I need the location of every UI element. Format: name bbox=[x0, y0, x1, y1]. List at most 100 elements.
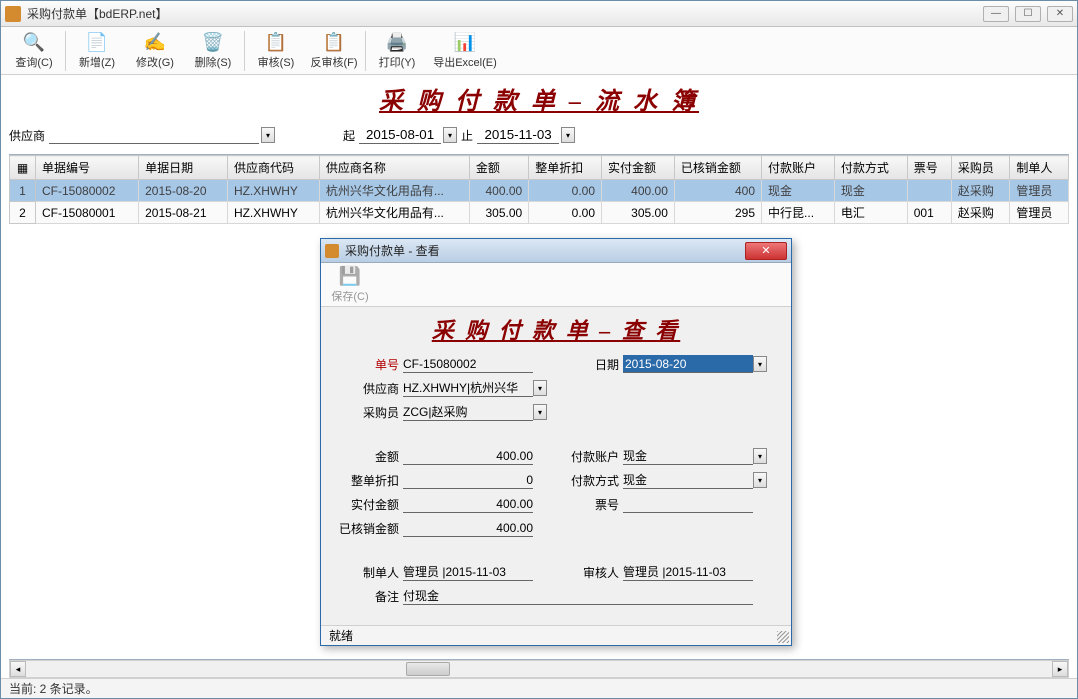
docno-label: 单号 bbox=[333, 356, 403, 373]
discount-label: 整单折扣 bbox=[333, 472, 403, 489]
data-table[interactable]: ▦ 单据编号 单据日期 供应商代码 供应商名称 金额 整单折扣 实付金额 已核销… bbox=[9, 155, 1069, 224]
writtenoff-input[interactable] bbox=[403, 519, 533, 537]
date-label: 日期 bbox=[561, 356, 623, 373]
table-header-row: ▦ 单据编号 单据日期 供应商代码 供应商名称 金额 整单折扣 实付金额 已核销… bbox=[10, 156, 1069, 180]
ticket-label: 票号 bbox=[561, 496, 623, 513]
toolbar: 🔍查询(C) 📄新增(Z) ✍️修改(G) 🗑️删除(S) 📋审核(S) 📋反审… bbox=[1, 27, 1077, 75]
buyer-dropdown[interactable]: ▾ bbox=[533, 404, 547, 420]
dialog-save-button: 💾 保存(C) bbox=[325, 265, 375, 305]
amount-label: 金额 bbox=[333, 448, 403, 465]
statusbar: 当前: 2 条记录。 bbox=[1, 678, 1077, 698]
col-pay-method[interactable]: 付款方式 bbox=[834, 156, 907, 180]
auditor-label: 审核人 bbox=[561, 564, 623, 581]
row-selector-head[interactable]: ▦ bbox=[10, 156, 36, 180]
col-buyer[interactable]: 采购员 bbox=[951, 156, 1010, 180]
supplier-input[interactable] bbox=[403, 379, 533, 397]
paid-input[interactable] bbox=[403, 495, 533, 513]
ticket-input[interactable] bbox=[623, 495, 753, 513]
scroll-left-button[interactable]: ◂ bbox=[10, 661, 26, 677]
table-row[interactable]: 2 CF-15080001 2015-08-21 HZ.XHWHY 杭州兴华文化… bbox=[10, 202, 1069, 224]
col-creator[interactable]: 制单人 bbox=[1010, 156, 1069, 180]
window-title: 采购付款单【bdERP.net】 bbox=[27, 5, 983, 22]
buyer-input[interactable] bbox=[403, 403, 533, 421]
start-date-dropdown[interactable]: ▾ bbox=[443, 127, 457, 143]
query-button[interactable]: 🔍查询(C) bbox=[5, 29, 63, 73]
printer-icon: 🖨️ bbox=[386, 31, 408, 53]
start-date-input[interactable] bbox=[359, 126, 441, 144]
col-supplier-name[interactable]: 供应商名称 bbox=[319, 156, 469, 180]
add-button[interactable]: 📄新增(Z) bbox=[68, 29, 126, 73]
end-date-dropdown[interactable]: ▾ bbox=[561, 127, 575, 143]
supplier-dropdown-arrow[interactable]: ▾ bbox=[261, 127, 275, 143]
auditor-input[interactable] bbox=[623, 563, 753, 581]
col-doc-no[interactable]: 单据编号 bbox=[36, 156, 139, 180]
edit-button[interactable]: ✍️修改(G) bbox=[126, 29, 184, 73]
dialog-page-title: 采 购 付 款 单 – 查 看 bbox=[432, 318, 681, 343]
col-doc-date[interactable]: 单据日期 bbox=[139, 156, 228, 180]
dialog-statusbar: 就绪 bbox=[321, 625, 791, 645]
maximize-button[interactable]: ☐ bbox=[1015, 6, 1041, 22]
excel-icon: 📊 bbox=[454, 31, 476, 53]
writtenoff-label: 已核销金额 bbox=[333, 520, 403, 537]
end-date-input[interactable] bbox=[477, 126, 559, 144]
horizontal-scrollbar[interactable]: ◂ ▸ bbox=[9, 660, 1069, 678]
audit-button[interactable]: 📋审核(S) bbox=[247, 29, 305, 73]
end-date-label: 止 bbox=[461, 127, 473, 144]
col-paid[interactable]: 实付金额 bbox=[602, 156, 675, 180]
paymethod-dropdown[interactable]: ▾ bbox=[753, 472, 767, 488]
date-dropdown[interactable]: ▾ bbox=[753, 356, 767, 372]
table-row[interactable]: 1 CF-15080002 2015-08-20 HZ.XHWHY 杭州兴华文化… bbox=[10, 180, 1069, 202]
dialog-close-button[interactable]: ✕ bbox=[745, 242, 787, 260]
paymethod-label: 付款方式 bbox=[561, 472, 623, 489]
dialog-toolbar: 💾 保存(C) bbox=[321, 263, 791, 307]
remark-label: 备注 bbox=[333, 588, 403, 605]
dialog-title: 采购付款单 - 查看 bbox=[345, 242, 745, 259]
minimize-button[interactable]: — bbox=[983, 6, 1009, 22]
app-icon bbox=[5, 6, 21, 22]
clipboard-undo-icon: 📋 bbox=[323, 31, 345, 53]
scroll-right-button[interactable]: ▸ bbox=[1052, 661, 1068, 677]
supplier-label: 供应商 bbox=[333, 380, 403, 397]
col-pay-account[interactable]: 付款账户 bbox=[762, 156, 835, 180]
creator-label: 制单人 bbox=[333, 564, 403, 581]
start-date-label: 起 bbox=[343, 127, 355, 144]
dialog-status-text: 就绪 bbox=[329, 627, 353, 644]
payaccount-label: 付款账户 bbox=[561, 448, 623, 465]
trash-icon: 🗑️ bbox=[202, 31, 224, 53]
save-icon: 💾 bbox=[339, 265, 361, 287]
creator-input[interactable] bbox=[403, 563, 533, 581]
supplier-filter-label: 供应商 bbox=[9, 127, 45, 144]
discount-input[interactable] bbox=[403, 471, 533, 489]
supplier-dropdown[interactable]: ▾ bbox=[533, 380, 547, 396]
payaccount-input[interactable] bbox=[623, 447, 753, 465]
status-text: 当前: 2 条记录。 bbox=[9, 680, 98, 697]
close-button[interactable]: ✕ bbox=[1047, 6, 1073, 22]
paid-label: 实付金额 bbox=[333, 496, 403, 513]
date-input[interactable] bbox=[623, 355, 753, 373]
docno-input[interactable] bbox=[403, 355, 533, 373]
col-ticket[interactable]: 票号 bbox=[907, 156, 951, 180]
buyer-label: 采购员 bbox=[333, 404, 403, 421]
payaccount-dropdown[interactable]: ▾ bbox=[753, 448, 767, 464]
dialog-titlebar[interactable]: 采购付款单 - 查看 ✕ bbox=[321, 239, 791, 263]
filter-bar: 供应商 ▾ 起 ▾ 止 ▾ bbox=[1, 122, 1077, 148]
col-amount[interactable]: 金额 bbox=[469, 156, 528, 180]
scroll-thumb[interactable] bbox=[406, 662, 450, 676]
col-supplier-code[interactable]: 供应商代码 bbox=[227, 156, 319, 180]
paymethod-input[interactable] bbox=[623, 471, 753, 489]
dialog-icon bbox=[325, 244, 339, 258]
amount-input[interactable] bbox=[403, 447, 533, 465]
unaudit-button[interactable]: 📋反审核(F) bbox=[305, 29, 363, 73]
remark-input[interactable] bbox=[403, 587, 753, 605]
supplier-filter-input[interactable] bbox=[49, 126, 259, 144]
col-writtenoff[interactable]: 已核销金额 bbox=[674, 156, 761, 180]
clipboard-icon: 📋 bbox=[265, 31, 287, 53]
col-discount[interactable]: 整单折扣 bbox=[529, 156, 602, 180]
search-icon: 🔍 bbox=[23, 31, 45, 53]
dialog-resize-grip[interactable] bbox=[777, 631, 789, 643]
delete-button[interactable]: 🗑️删除(S) bbox=[184, 29, 242, 73]
export-excel-button[interactable]: 📊导出Excel(E) bbox=[426, 29, 504, 73]
titlebar: 采购付款单【bdERP.net】 — ☐ ✕ bbox=[1, 1, 1077, 27]
print-button[interactable]: 🖨️打印(Y) bbox=[368, 29, 426, 73]
view-dialog: 采购付款单 - 查看 ✕ 💾 保存(C) 采 购 付 款 单 – 查 看 单号 … bbox=[320, 238, 792, 646]
